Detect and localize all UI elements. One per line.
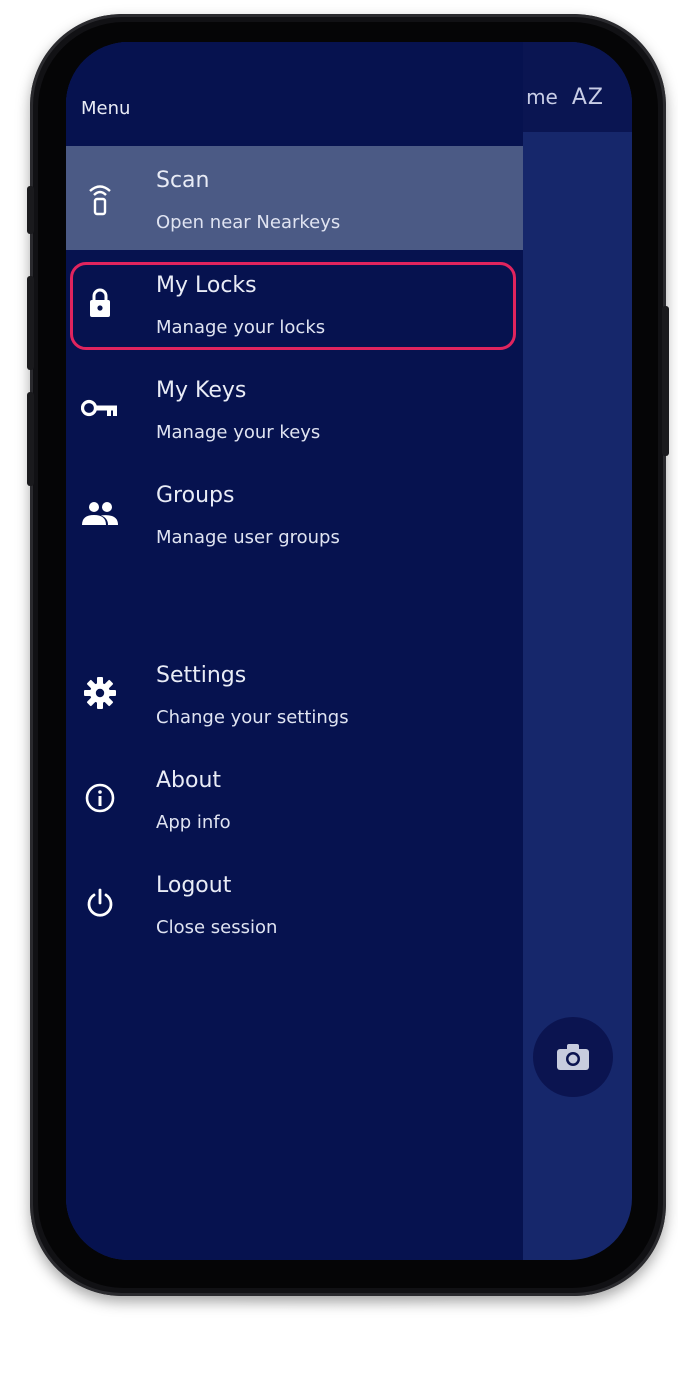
menu-item-label: About (156, 768, 222, 793)
menu-item-subtitle: Close session (156, 917, 278, 938)
phone-screen: me AZ Menu Scan Open near Nearkeys My Lo… (66, 42, 632, 1260)
people-icon (80, 495, 120, 531)
info-icon (80, 780, 120, 816)
menu-item-label: Settings (156, 663, 247, 688)
topbar-actions: me AZ (526, 82, 604, 112)
drawer-title: Menu (81, 98, 131, 119)
remote-icon (80, 180, 120, 216)
menu-item-logout[interactable]: Logout Close session (66, 851, 523, 955)
menu-item-groups[interactable]: Groups Manage user groups (66, 461, 523, 565)
menu-item-scan[interactable]: Scan Open near Nearkeys (66, 146, 523, 250)
menu-item-subtitle: App info (156, 812, 231, 833)
menu-item-subtitle: Manage user groups (156, 527, 340, 548)
gear-icon (80, 675, 120, 711)
phone-volume-down-button (27, 392, 34, 486)
menu-item-subtitle: Open near Nearkeys (156, 212, 341, 233)
power-icon (80, 885, 120, 921)
menu-item-subtitle: Change your settings (156, 707, 349, 728)
menu-item-label: My Keys (156, 378, 247, 403)
phone-side-button (27, 186, 34, 234)
topbar-partial-text: me (526, 85, 558, 109)
menu-item-my-keys[interactable]: My Keys Manage your keys (66, 356, 523, 460)
camera-fab-button[interactable] (533, 1017, 613, 1097)
menu-item-settings[interactable]: Settings Change your settings (66, 641, 523, 745)
my-locks-highlight (70, 262, 516, 350)
menu-item-label: Scan (156, 168, 210, 193)
phone-volume-up-button (27, 276, 34, 370)
menu-item-subtitle: Manage your keys (156, 422, 321, 443)
navigation-drawer: Menu Scan Open near Nearkeys My Locks Ma… (66, 42, 523, 1260)
sort-az-icon[interactable]: AZ (572, 85, 604, 110)
menu-item-label: Groups (156, 483, 235, 508)
phone-power-button (662, 306, 669, 456)
menu-item-label: Logout (156, 873, 232, 898)
menu-item-about[interactable]: About App info (66, 746, 523, 850)
key-icon (80, 390, 120, 426)
camera-icon (557, 1044, 589, 1070)
